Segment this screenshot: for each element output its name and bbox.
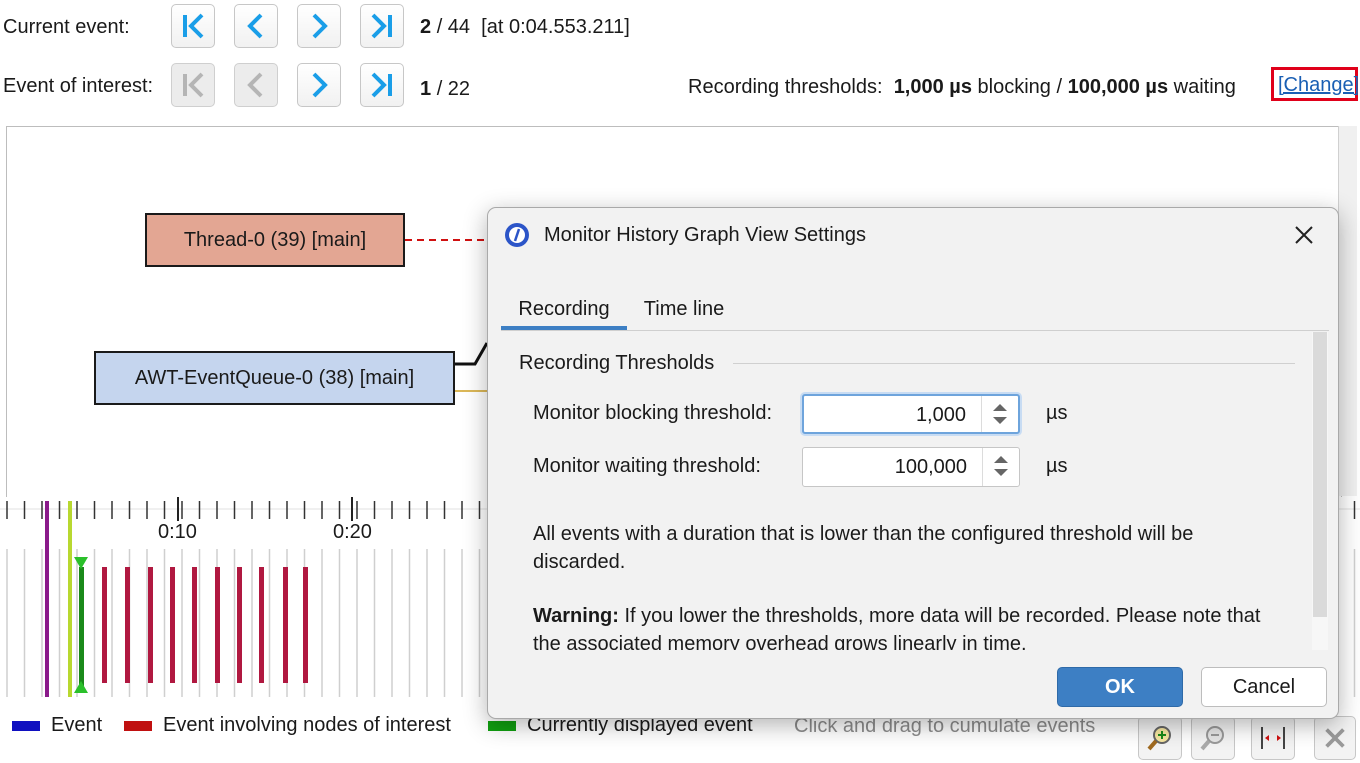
content-scrollbar-track[interactable] xyxy=(1312,332,1328,650)
interest-event-bar xyxy=(215,567,220,683)
close-icon[interactable] xyxy=(1292,223,1316,247)
settings-dialog: Monitor History Graph View Settings Reco… xyxy=(487,207,1339,719)
spinner-up-down-icon xyxy=(994,456,1008,476)
timeline-tick-label: 0:10 xyxy=(158,521,197,543)
waiting-threshold-spinner[interactable]: 100,000 xyxy=(802,447,1020,487)
interest-event-bar xyxy=(283,567,288,683)
group-title-divider xyxy=(733,363,1295,364)
node-label: AWT-EventQueue-0 (38) [main] xyxy=(134,366,415,389)
interest-event-bar xyxy=(192,567,197,683)
tab-time-line[interactable]: Time line xyxy=(630,288,738,330)
interest-event-bar xyxy=(170,567,175,683)
group-title: Recording Thresholds xyxy=(519,352,715,374)
timeline-marker xyxy=(68,501,72,697)
interest-event-bar xyxy=(102,567,107,683)
clear-cumulation-button[interactable] xyxy=(1314,716,1356,760)
tab-label: Time line xyxy=(643,297,725,320)
ok-button-label: OK xyxy=(1105,675,1135,698)
interest-event-bar xyxy=(148,567,153,683)
timeline-tick-label: 0:20 xyxy=(333,521,372,543)
fit-width-icon xyxy=(1261,727,1285,749)
tab-label: Recording xyxy=(518,297,610,320)
zoom-out-button[interactable] xyxy=(1191,716,1235,760)
zoom-in-button[interactable] xyxy=(1138,716,1182,760)
waiting-threshold-input[interactable]: 100,000 xyxy=(895,456,967,479)
blocking-threshold-label: Monitor blocking threshold: xyxy=(533,402,773,424)
warning-message: If you lower the thresholds, more data w… xyxy=(533,605,1261,650)
waiting-threshold-label: Monitor waiting threshold: xyxy=(533,455,761,477)
blocking-threshold-input[interactable]: 1,000 xyxy=(916,404,966,427)
interest-event-bar xyxy=(125,567,130,683)
interest-event-bar xyxy=(259,567,264,683)
warning-label: Warning: xyxy=(533,605,619,627)
legend-current-swatch xyxy=(488,721,516,731)
interest-event-bar xyxy=(237,567,242,683)
close-icon xyxy=(1325,728,1345,748)
current-event-bottom-marker xyxy=(74,681,88,693)
current-event-top-marker xyxy=(74,557,88,569)
spinner-up-down-icon xyxy=(993,404,1007,424)
ok-button[interactable]: OK xyxy=(1057,667,1183,707)
cancel-button-label: Cancel xyxy=(1232,675,1296,698)
dialog-title: Monitor History Graph View Settings xyxy=(544,224,866,246)
legend-event-swatch xyxy=(12,721,40,731)
legend-event-label: Event xyxy=(51,714,103,736)
blocking-threshold-spinner[interactable]: 1,000 xyxy=(802,394,1020,434)
cancel-button[interactable]: Cancel xyxy=(1201,667,1327,707)
fit-width-button[interactable] xyxy=(1251,716,1295,760)
warning-text: Warning: If you lower the thresholds, mo… xyxy=(533,602,1263,650)
zoom-in-icon xyxy=(1147,726,1171,751)
current-event-bar xyxy=(79,567,84,689)
spinner-arrows[interactable] xyxy=(981,396,1018,432)
thread-node-thread-0[interactable]: Thread-0 (39) [main] xyxy=(145,213,405,267)
tab-recording[interactable]: Recording xyxy=(501,288,627,330)
blocking-threshold-unit: µs xyxy=(1046,402,1068,424)
legend-interest-label: Event involving nodes of interest xyxy=(163,714,451,736)
info-text: All events with a duration that is lower… xyxy=(533,523,1194,573)
waiting-threshold-unit: µs xyxy=(1046,455,1068,477)
legend-interest-swatch xyxy=(124,721,152,731)
app-icon xyxy=(505,223,529,247)
interest-event-bar xyxy=(303,567,308,683)
block-edge xyxy=(455,342,489,366)
content-scrollbar-thumb[interactable] xyxy=(1313,332,1327,617)
thread-node-awt-eventqueue[interactable]: AWT-EventQueue-0 (38) [main] xyxy=(94,351,455,405)
zoom-out-icon xyxy=(1200,726,1224,751)
node-label: Thread-0 (39) [main] xyxy=(183,228,367,251)
timeline-marker xyxy=(45,501,49,697)
spinner-arrows[interactable] xyxy=(982,448,1019,486)
